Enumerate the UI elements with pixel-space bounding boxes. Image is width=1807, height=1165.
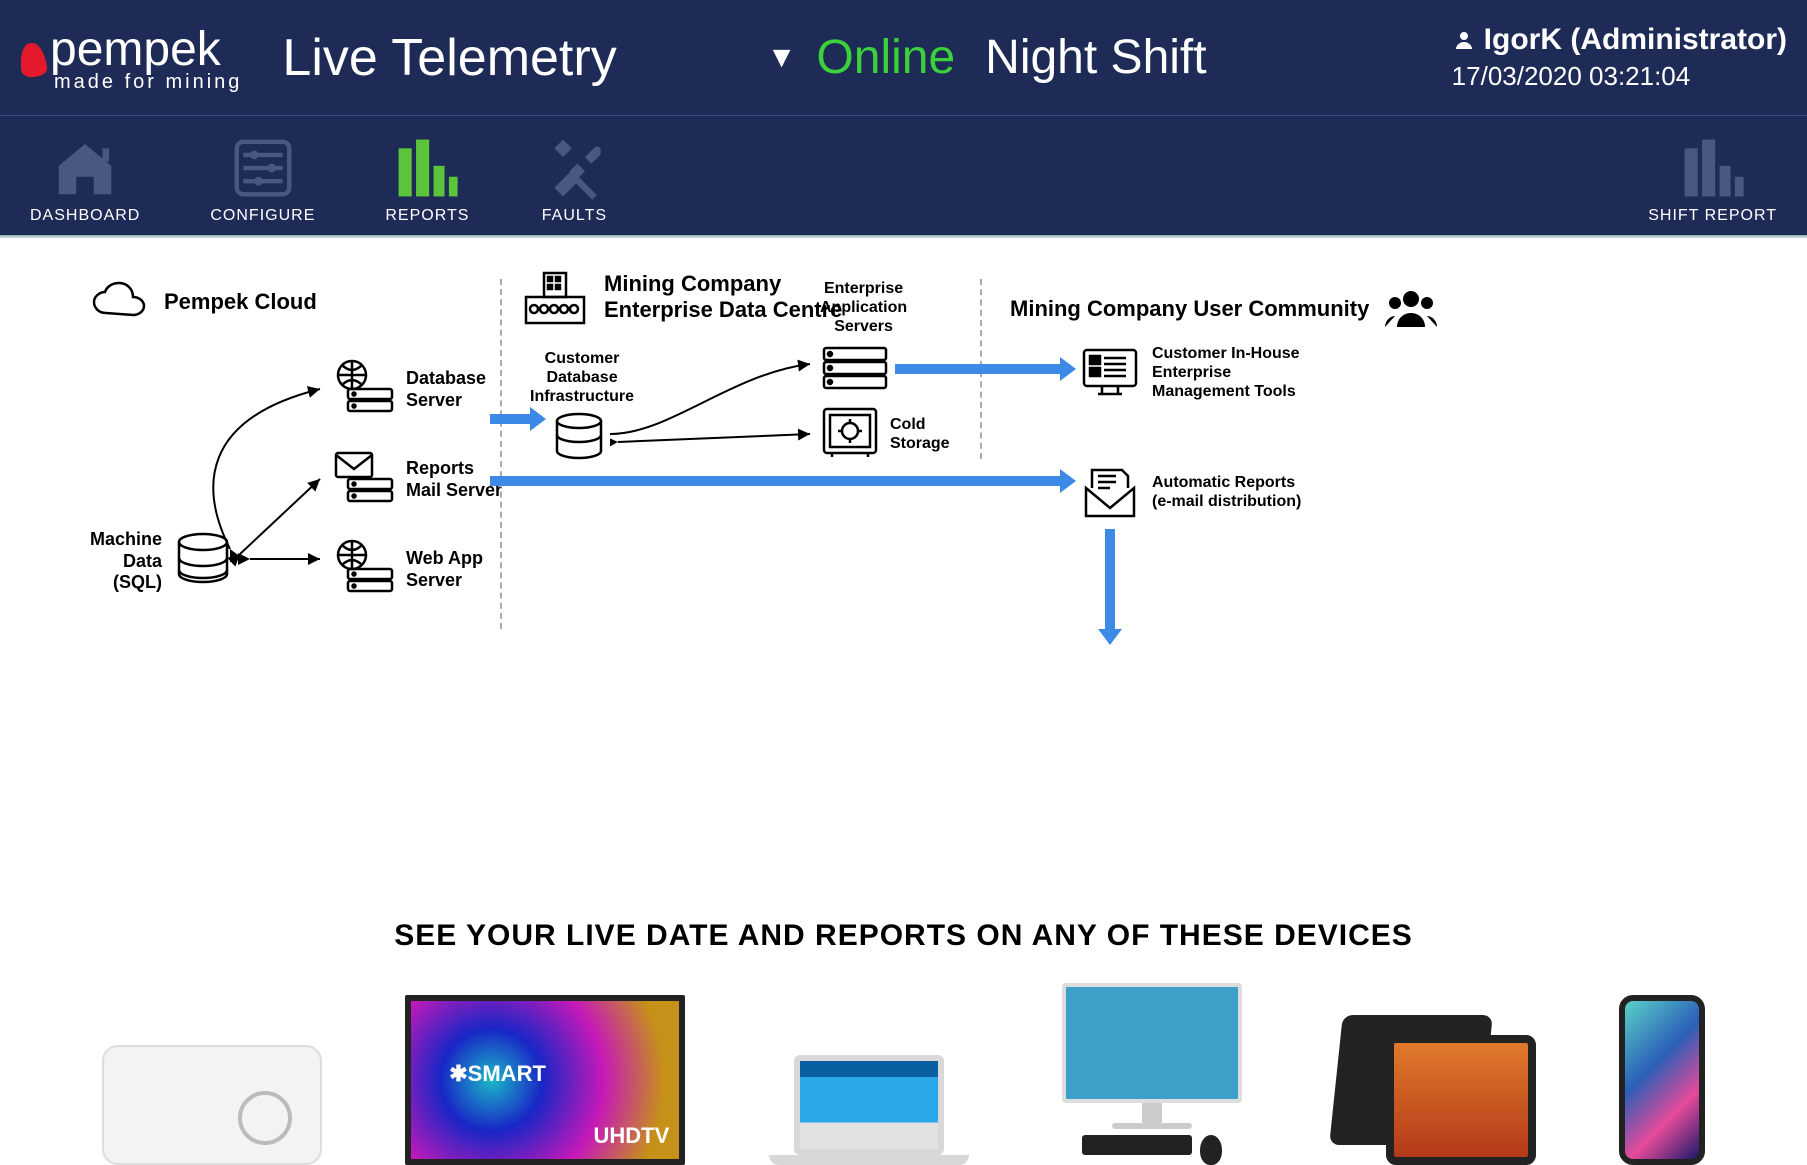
nav-reports[interactable]: REPORTS [385,133,469,225]
devices-row: ✱SMART UHDTV [0,953,1807,1165]
tools-c: Management Tools [1152,382,1300,401]
db-server-b: Server [406,390,486,412]
device-laptop [769,1055,969,1165]
flame-icon [18,41,48,78]
architecture-diagram: Pempek Cloud Machine Data (SQL) Database… [0,239,1807,919]
devices-heading: SEE YOUR LIVE DATE AND REPORTS ON ANY OF… [0,919,1807,953]
user-icon [1452,28,1476,52]
tv-uhd-label: UHDTV [593,1123,669,1149]
edc-b: Enterprise Data Centre [604,297,842,323]
flow-arrow-icon [490,414,530,424]
nav-faults[interactable]: FAULTS [539,133,609,225]
main-nav: DASHBOARD CONFIGURE REPORTS [0,115,1807,235]
device-tv: ✱SMART UHDTV [405,995,685,1165]
globe-server-icon [330,359,396,421]
web-server-icon [330,539,396,601]
auto-b: (e-mail distribution) [1152,492,1301,511]
datetime: 17/03/2020 03:21:04 [1452,61,1787,92]
cloud-title: Pempek Cloud [164,289,317,315]
community-title: Mining Company User Community [1010,296,1369,322]
mail-server-a: Reports [406,458,502,480]
brand-tagline: made for mining [20,71,242,94]
tools-b: Enterprise [1152,363,1300,382]
status-shift: Night Shift [985,30,1206,85]
flow-arrow-down-icon [1105,529,1115,629]
dropdown-chevron-icon[interactable]: ▼ [767,41,797,75]
device-tablet [1336,1015,1536,1165]
nav-configure-label: CONFIGURE [210,207,315,225]
device-desktop [1052,983,1252,1165]
brand-logo: pempek made for mining [20,22,242,94]
home-icon [50,133,120,203]
app-header: pempek made for mining Live Telemetry ▼ … [0,0,1807,115]
tools-icon [539,133,609,203]
eas-a: Enterprise [820,279,907,298]
nav-faults-label: FAULTS [542,207,607,225]
mail-server-b: Mail Server [406,480,502,502]
status-online: Online [816,30,955,85]
cold-b: Storage [890,434,950,453]
tv-smart-label: ✱SMART [449,1061,546,1087]
monitor-icon [1080,346,1140,400]
nav-shift-report[interactable]: SHIFT REPORT [1648,133,1777,225]
nav-dashboard-label: DASHBOARD [30,207,140,225]
auto-a: Automatic Reports [1152,473,1301,492]
users-icon [1383,287,1439,331]
zone-divider [500,279,502,629]
bar-chart-small-icon [1678,133,1748,203]
web-server-a: Web App [406,548,483,570]
server-rack-icon [820,344,890,394]
sql-label-b: Data [90,551,162,573]
web-server-b: Server [406,570,483,592]
database-icon [548,411,610,467]
building-icon [520,267,590,327]
tools-a: Customer In-House [1152,344,1300,363]
device-phone [1619,995,1705,1165]
nav-dashboard[interactable]: DASHBOARD [30,133,140,225]
sliders-icon [228,133,298,203]
edc-a: Mining Company [604,271,842,297]
flow-arrow-icon [895,364,1060,374]
user-name: IgorK (Administrator) [1484,23,1787,57]
page-title: Live Telemetry [282,28,616,88]
mail-server-icon [330,449,396,511]
brand-name: pempek [50,22,221,77]
bar-chart-icon [392,133,462,203]
sql-label-c: (SQL) [90,572,162,594]
sql-label-a: Machine [90,529,162,551]
cold-a: Cold [890,415,950,434]
eas-c: Servers [820,317,907,336]
safe-icon [820,405,880,461]
db-server-a: Database [406,368,486,390]
cloud-icon [90,279,150,325]
nav-configure[interactable]: CONFIGURE [210,133,315,225]
eas-b: Application [820,298,907,317]
device-projector [102,1045,322,1165]
user-block[interactable]: IgorK (Administrator) 17/03/2020 03:21:0… [1452,23,1787,92]
flow-arrow-icon [490,476,1060,486]
nav-shift-report-label: SHIFT REPORT [1648,207,1777,225]
nav-reports-label: REPORTS [385,207,469,225]
report-mail-icon [1080,464,1140,520]
